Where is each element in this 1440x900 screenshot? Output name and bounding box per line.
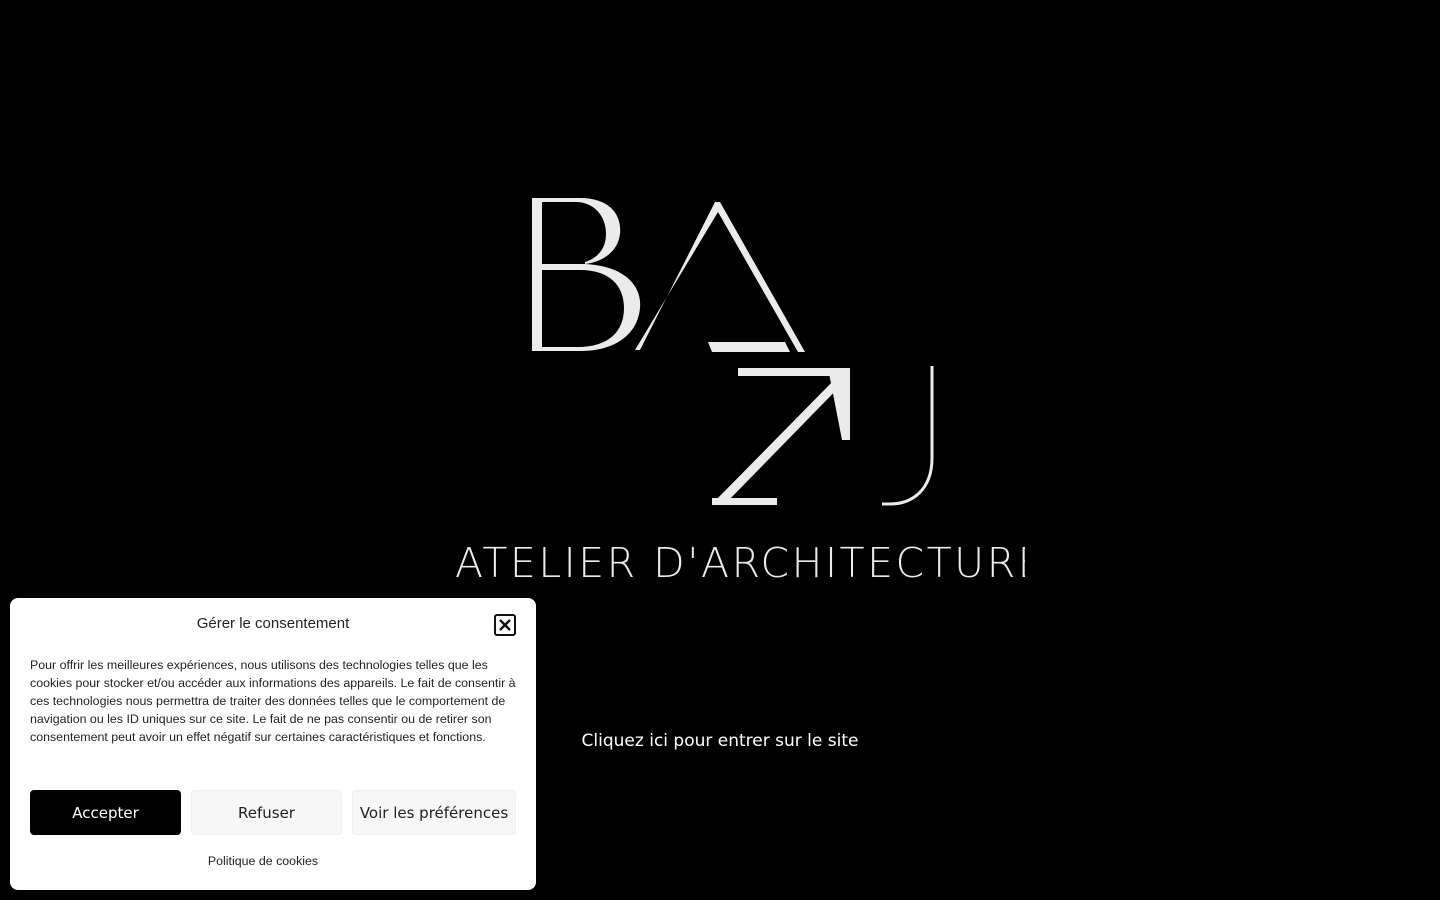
close-icon[interactable]: [494, 614, 516, 636]
enter-site-link-text[interactable]: Cliquez ici pour entrer sur le site: [582, 731, 859, 751]
accept-button[interactable]: Accepter: [30, 790, 181, 835]
tagline: ATELIER D'ARCHITECTURE: [455, 539, 1025, 587]
consent-title: Gérer le consentement: [10, 615, 536, 632]
bazu-logo: [450, 190, 1030, 590]
cookie-policy-link[interactable]: Politique de cookies: [10, 854, 516, 868]
consent-description: Pour offrir les meilleures expériences, …: [30, 658, 516, 744]
view-preferences-button[interactable]: Voir les préférences: [352, 790, 516, 835]
splash-page: ATELIER D'ARCHITECTURE Cliquez ici pour …: [0, 0, 1440, 900]
refuse-button[interactable]: Refuser: [191, 790, 342, 835]
cookie-consent-dialog: Gérer le consentement Pour offrir les me…: [10, 598, 536, 890]
consent-title-text: Gérer le consentement: [196, 615, 350, 632]
